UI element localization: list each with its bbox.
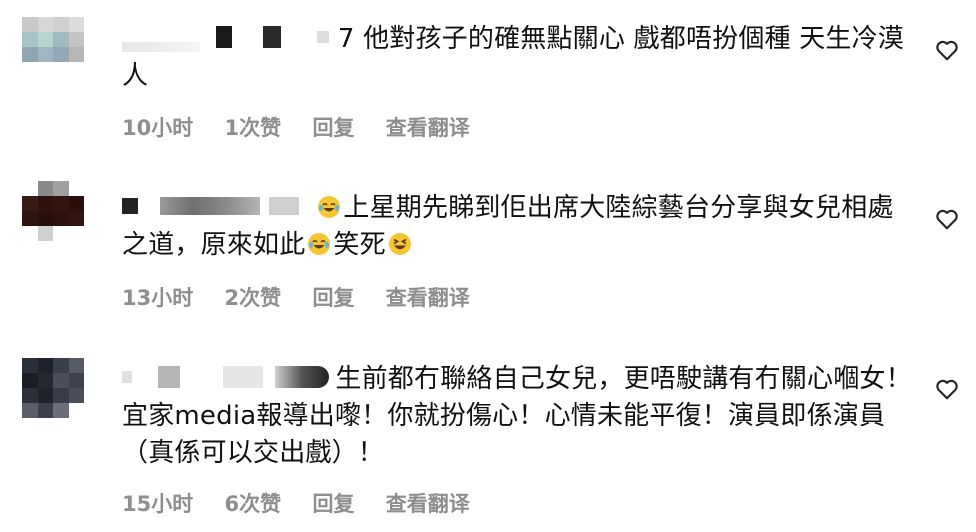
redacted-block	[122, 370, 132, 383]
avatar[interactable]	[22, 181, 84, 241]
like-count[interactable]: 6次赞	[225, 488, 282, 518]
redacted-block	[268, 196, 299, 215]
redacted-block	[275, 365, 330, 388]
avatar[interactable]	[22, 358, 84, 418]
comment-text: 7 他對孩子的確無點關心 戲都唔扮個種 天生冷漠人	[122, 21, 912, 95]
translate-button[interactable]: 查看翻译	[386, 112, 470, 142]
heart-outline-icon[interactable]	[934, 376, 960, 402]
timestamp: 10小时	[122, 116, 194, 140]
redacted-block	[122, 197, 138, 214]
redacted-block	[216, 25, 233, 48]
reply-button[interactable]: 回复	[312, 112, 354, 142]
comment-meta: 15小时 6次赞 回复 查看翻译	[122, 488, 494, 518]
tears-of-joy-icon	[308, 233, 331, 255]
translate-button[interactable]: 查看翻译	[386, 282, 470, 312]
comment-text: 上星期先睇到佢出席大陸綜藝台分享與女兒相處之道，原來如此 笑死	[122, 190, 912, 264]
heart-outline-icon[interactable]	[934, 37, 960, 63]
reply-button[interactable]: 回复	[312, 488, 354, 518]
grinning-squint-icon	[388, 233, 411, 255]
redacted-block	[158, 365, 181, 388]
redacted-block	[317, 30, 330, 43]
comment-text: 生前都冇聯絡自己女兒，更唔駛講有冇關心嗰女！宜家media報導出嚟！你就扮傷心！…	[122, 361, 912, 472]
translate-button[interactable]: 查看翻译	[386, 488, 470, 518]
redacted-block	[262, 25, 281, 48]
redacted-username[interactable]	[122, 41, 200, 52]
timestamp: 15小时	[122, 492, 194, 516]
timestamp: 13小时	[122, 286, 194, 310]
reply-button[interactable]: 回复	[312, 282, 354, 312]
comment-meta: 13小时 2次赞 回复 查看翻译	[122, 282, 494, 312]
comment-body: 7 他對孩子的確無點關心 戲都唔扮個種 天生冷漠人	[122, 24, 905, 91]
redacted-username[interactable]	[222, 365, 263, 388]
tears-of-joy-icon	[318, 196, 341, 218]
redacted-username[interactable]	[160, 196, 261, 215]
like-count[interactable]: 1次赞	[225, 112, 282, 142]
avatar[interactable]	[22, 17, 84, 77]
comment-body-suffix: 笑死	[333, 230, 386, 260]
comment-meta: 10小时 1次赞 回复 查看翻译	[122, 112, 494, 142]
like-count[interactable]: 2次赞	[225, 282, 282, 312]
heart-outline-icon[interactable]	[934, 206, 960, 232]
